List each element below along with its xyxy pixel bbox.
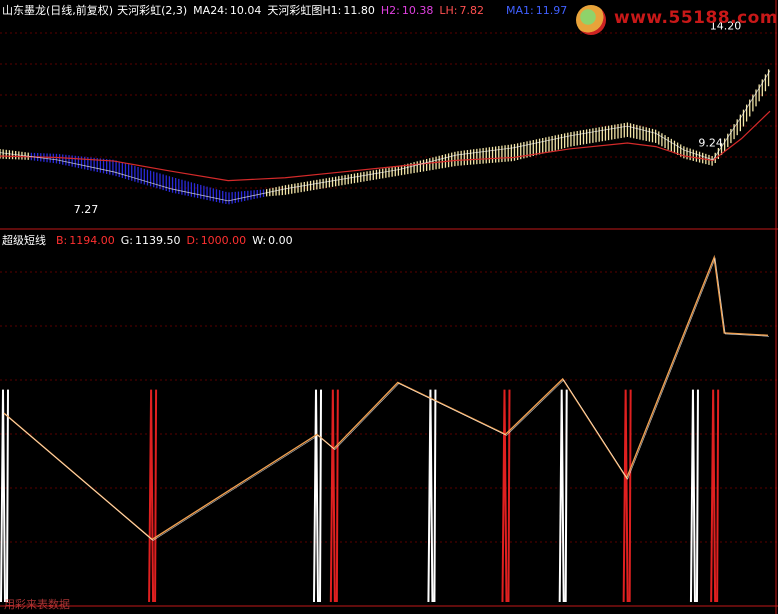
g-label: G: xyxy=(120,234,133,247)
sell-signal xyxy=(427,389,437,603)
bottom-panel-header: 超级短线 B: 1194.00 G: 1139.50 D: 1000.00 W: 0.00 xyxy=(2,232,299,248)
h2-label: H2: xyxy=(380,4,400,17)
sell-signal xyxy=(313,389,323,603)
lh-value: 7.82 xyxy=(459,4,484,17)
sell-signal xyxy=(0,389,9,603)
low-price-label: 7.27 xyxy=(74,203,99,216)
bottom-panel-plot xyxy=(0,254,770,603)
buy-signal xyxy=(710,389,720,603)
short-term-line xyxy=(3,254,769,541)
indicator-name: 天河彩虹(2,3) xyxy=(117,4,188,17)
top-panel-plot: 14.207.279.24 xyxy=(0,20,771,216)
bottom-watermark: 用彩来表数据 xyxy=(4,598,70,611)
buy-signal xyxy=(148,389,158,603)
h1-label: H1: xyxy=(322,4,342,17)
site-logo-icon xyxy=(576,5,606,35)
top-panel-header: 山东墨龙(日线,前复权) 天河彩虹(2,3) MA24: 10.04 天河彩虹图H1: 1… xyxy=(2,2,573,18)
mid-price-label: 9.24 xyxy=(698,137,723,150)
site-url: www.55188.com xyxy=(614,8,778,28)
h2-value: 10.38 xyxy=(401,4,434,17)
b-label: B: xyxy=(56,234,68,247)
buy-signal xyxy=(501,389,511,603)
h1-value: 11.80 xyxy=(343,4,375,17)
g-value: 1139.50 xyxy=(135,234,181,247)
bottom-title: 超级短线 xyxy=(2,234,46,247)
bottom-panel-grid xyxy=(0,271,778,543)
b-value: 1194.00 xyxy=(69,234,115,247)
site-watermark: www.55188.com xyxy=(574,2,778,42)
d-value: 1000.00 xyxy=(200,234,247,247)
ma1-label: MA1: xyxy=(505,4,534,17)
buy-signal xyxy=(329,389,339,603)
lh-label: LH: xyxy=(439,4,458,17)
sell-signal xyxy=(558,389,568,603)
ma1-line xyxy=(0,70,771,202)
short-term-line-shadow xyxy=(4,257,770,541)
w-label: W: xyxy=(252,234,267,247)
w-value: 0.00 xyxy=(268,234,293,247)
stock-title: 山东墨龙(日线,前复权) xyxy=(2,4,114,17)
sell-signal xyxy=(689,389,699,603)
chart-canvas: 14.207.279.24 xyxy=(0,0,778,614)
buy-signal xyxy=(622,389,632,603)
d-label: D: xyxy=(186,234,199,247)
ma24-label: MA24: xyxy=(193,4,228,17)
indicator2-name: 天河彩虹图 xyxy=(267,4,323,17)
ma24-value: 10.04 xyxy=(229,4,262,17)
ma1-value: 11.97 xyxy=(535,4,568,17)
